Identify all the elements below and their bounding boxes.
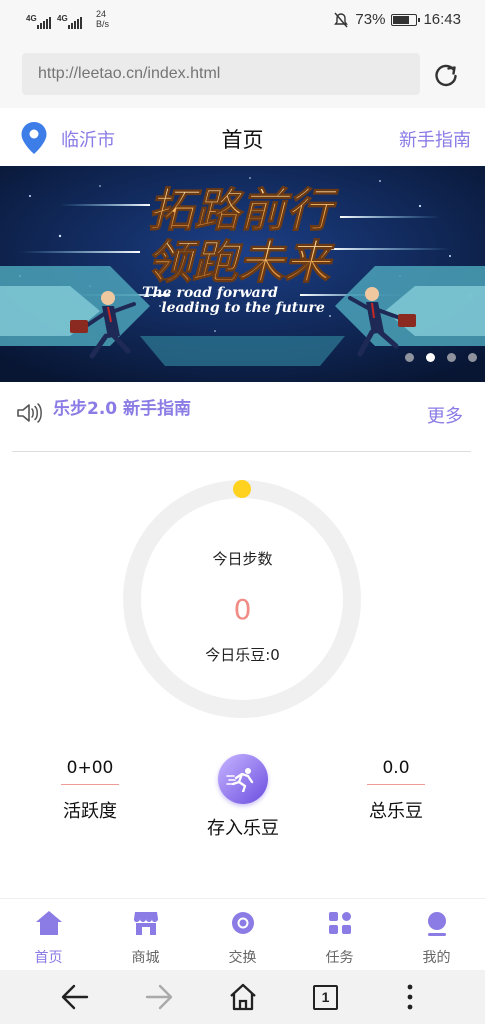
tab-store[interactable]: 商城 <box>97 899 194 970</box>
newbie-guide-link[interactable]: 新手指南 <box>399 126 471 152</box>
carousel-indicator[interactable] <box>405 353 477 362</box>
total-beans-label: 总乐豆 <box>369 801 423 822</box>
browser-url-bar <box>0 40 485 108</box>
battery-icon <box>391 13 421 26</box>
runner-icon[interactable] <box>218 754 268 804</box>
bottom-tab-bar: 首页 商城 交换 任务 我的 <box>0 898 485 970</box>
activity-label: 活跃度 <box>63 801 117 822</box>
tab-home[interactable]: 首页 <box>0 899 97 970</box>
carousel-dot[interactable] <box>426 353 435 362</box>
deposit-label[interactable]: 存入乐豆 <box>198 814 288 840</box>
total-beans-value: 0.0 <box>367 758 425 785</box>
promo-banner[interactable]: 拓路前行 领跑未来 The road forward leading to th… <box>0 166 485 382</box>
store-icon <box>133 912 158 935</box>
back-arrow-icon[interactable] <box>60 983 90 1011</box>
tasks-icon <box>328 912 351 934</box>
tab-profile[interactable]: 我的 <box>388 899 485 970</box>
banner-subtitle-1: The road forward <box>142 285 278 301</box>
page-header: 临沂市 首页 新手指南 <box>0 108 485 166</box>
banner-subtitle-2: leading to the future <box>161 300 325 316</box>
tab-label: 首页 <box>34 950 63 966</box>
banner-headline-1: 拓路前行 <box>148 183 339 237</box>
network-speed: 24 B/s <box>96 9 110 29</box>
mute-bell-icon <box>334 12 349 27</box>
tab-label: 我的 <box>422 950 451 966</box>
activity-value: 0+00 <box>61 758 119 785</box>
total-beans-stat: 0.0 总乐豆 <box>366 758 426 823</box>
today-beans: 今日乐豆:0 <box>205 646 280 664</box>
home-icon <box>35 911 62 935</box>
tab-tasks[interactable]: 任务 <box>291 899 388 970</box>
activity-stat: 0+00 活跃度 <box>60 758 120 823</box>
home-nav-icon[interactable] <box>228 983 258 1011</box>
deposit-beans-button[interactable]: 存入乐豆 <box>198 754 288 840</box>
url-input[interactable] <box>22 53 420 95</box>
battery-percent: 73% <box>355 11 386 28</box>
tab-label: 交换 <box>228 950 257 966</box>
notice-bar: 乐步2.0 新手指南 更多 <box>0 382 485 444</box>
more-link[interactable]: 更多 <box>427 402 463 428</box>
more-menu-icon[interactable] <box>405 983 415 1011</box>
browser-nav-bar: 1 <box>0 970 485 1024</box>
banner-headline-2: 领跑未来 <box>146 235 335 289</box>
carousel-dot[interactable] <box>468 353 477 362</box>
tab-label: 任务 <box>325 950 354 966</box>
progress-dot <box>233 480 251 498</box>
signal-icon: 4G <box>57 14 82 29</box>
steps-value: 0 <box>233 593 252 626</box>
exchange-icon <box>231 912 254 934</box>
forward-arrow-icon[interactable] <box>144 983 174 1011</box>
speaker-icon <box>17 403 42 423</box>
signal-icon: 4G <box>26 14 51 29</box>
carousel-dot[interactable] <box>447 353 456 362</box>
reload-icon[interactable] <box>431 60 461 90</box>
carousel-dot[interactable] <box>405 353 414 362</box>
tabs-count-button[interactable]: 1 <box>313 985 338 1010</box>
tab-label: 商城 <box>131 950 160 966</box>
steps-label: 今日步数 <box>212 550 273 568</box>
divider <box>12 451 471 452</box>
clock: 16:43 <box>423 11 461 28</box>
status-bar: 4G 4G 24 B/s 73% 16:43 <box>0 0 485 40</box>
notice-text[interactable]: 乐步2.0 新手指南 <box>53 394 191 419</box>
profile-icon <box>427 912 446 936</box>
tab-exchange[interactable]: 交换 <box>194 899 291 970</box>
